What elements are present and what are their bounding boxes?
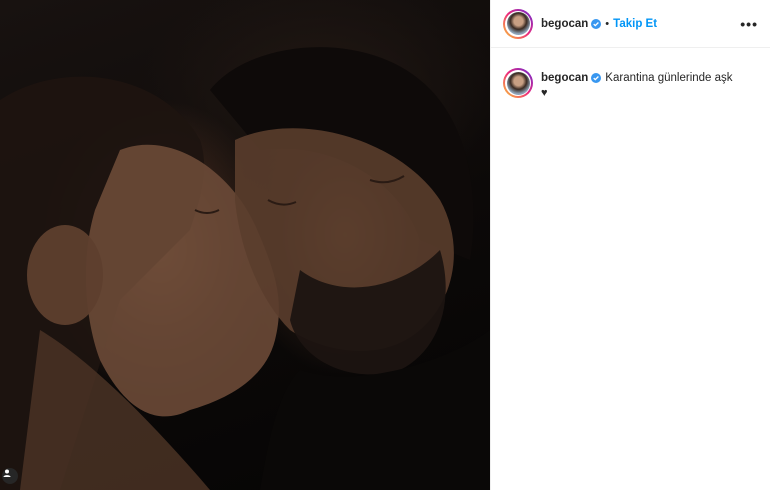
follow-button[interactable]: Takip Et	[613, 18, 657, 30]
post-header: begocan • Takip Et •••	[491, 0, 770, 48]
verified-badge-icon	[591, 72, 602, 83]
post-details-panel: begocan • Takip Et ••• begocan Karantina…	[490, 0, 770, 490]
user-tag-icon[interactable]	[2, 468, 18, 484]
caption-avatar-image	[506, 71, 530, 95]
heart-emoji: ♥	[541, 87, 548, 99]
post-photo[interactable]	[0, 0, 490, 490]
caption-avatar[interactable]	[503, 68, 533, 98]
more-options-icon[interactable]: •••	[740, 16, 758, 32]
photo-silhouettes	[0, 47, 490, 490]
caption: begocan Karantina günlerinde aşk ♥	[491, 48, 770, 100]
verified-badge-icon	[591, 18, 602, 29]
caption-username[interactable]: begocan	[541, 72, 588, 84]
caption-text: begocan Karantina günlerinde aşk ♥	[541, 68, 733, 100]
separator-dot: •	[605, 17, 610, 30]
avatar-image	[506, 12, 530, 35]
avatar[interactable]	[503, 8, 533, 39]
username-link[interactable]: begocan	[541, 18, 588, 30]
caption-body: Karantina günlerinde aşk	[605, 72, 733, 84]
